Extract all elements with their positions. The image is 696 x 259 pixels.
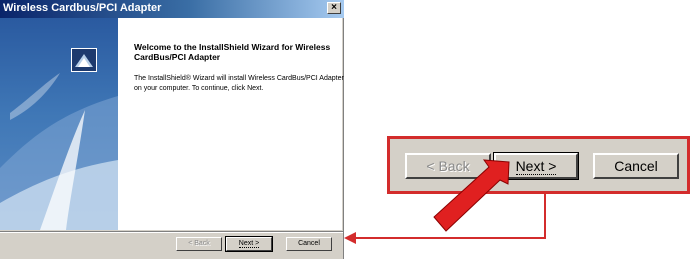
connector-line	[352, 194, 546, 239]
next-button[interactable]: Next >	[225, 236, 273, 252]
next-button-label: Next >	[238, 240, 260, 248]
close-button[interactable]: ×	[327, 2, 341, 14]
zoom-next-button[interactable]: Next >	[493, 152, 579, 180]
zoom-cancel-button[interactable]: Cancel	[593, 153, 679, 179]
title-bar: Wireless Cardbus/PCI Adapter ×	[0, 0, 344, 18]
welcome-body-text: The InstallShield® Wizard will install W…	[134, 75, 344, 92]
zoom-next-button-label: Next >	[515, 158, 557, 175]
connector-arrowhead-icon	[344, 232, 356, 244]
installshield-icon	[71, 48, 97, 72]
close-icon: ×	[331, 2, 337, 13]
wave-graphic	[0, 73, 118, 230]
back-button[interactable]: < Back	[176, 237, 222, 251]
wizard-side-graphic	[0, 18, 118, 230]
zoom-back-button[interactable]: < Back	[405, 153, 491, 179]
button-divider	[0, 231, 343, 233]
welcome-heading: Welcome to the InstallShield Wizard for …	[134, 42, 331, 62]
window-title: Wireless Cardbus/PCI Adapter	[3, 2, 162, 14]
installer-dialog: Wireless Cardbus/PCI Adapter × Welcome t…	[0, 0, 344, 259]
zoomed-buttons-callout: < Back Next > Cancel	[387, 136, 690, 194]
cancel-button[interactable]: Cancel	[286, 237, 332, 251]
wizard-content: Welcome to the InstallShield Wizard for …	[118, 18, 344, 230]
